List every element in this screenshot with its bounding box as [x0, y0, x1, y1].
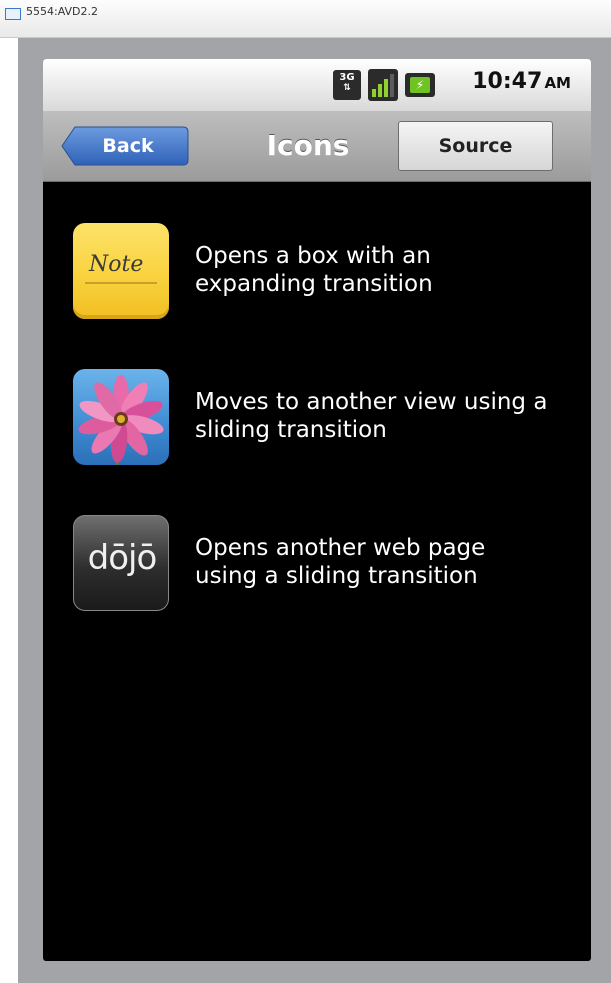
list-item-description: Moves to another view using a sliding tr…	[195, 389, 548, 443]
status-clock: 10:47 AM	[472, 69, 571, 94]
list-item-dojo[interactable]: dōjō Opens another web page using a slid…	[73, 515, 583, 611]
back-button-label: Back	[102, 135, 154, 157]
list-item-description: Opens another web page using a sliding t…	[195, 535, 486, 589]
window-title: 5554:AVD2.2	[26, 5, 99, 18]
note-icon[interactable]: Note	[73, 223, 169, 319]
header-bar: Back Icons Source	[43, 111, 591, 182]
dojo-icon-label: dōjō	[87, 538, 158, 578]
list-item-description: Opens a box with an expanding transition	[195, 243, 433, 297]
clock-time: 10:47	[472, 69, 543, 94]
list-item-note[interactable]: Note Opens a box with an expanding trans…	[73, 223, 583, 319]
note-icon-label: Note	[89, 252, 144, 277]
flower-graphic	[78, 375, 164, 465]
back-button[interactable]: Back	[61, 126, 189, 166]
source-button[interactable]: Source	[398, 121, 553, 171]
note-icon-underline	[85, 282, 157, 284]
emulator-title-bar: 5554:AVD2.2	[0, 0, 611, 38]
window-icon	[5, 8, 21, 20]
dojo-icon[interactable]: dōjō	[73, 515, 169, 611]
flower-photo-icon[interactable]	[73, 369, 169, 465]
clock-ampm: AM	[544, 74, 571, 92]
network-3g-icon: 3G ⇅	[333, 70, 361, 100]
status-bar: 3G ⇅ ⚡ 10:47 AM	[43, 59, 591, 111]
list-item-photo[interactable]: Moves to another view using a sliding tr…	[73, 369, 583, 465]
battery-charging-icon: ⚡	[405, 73, 435, 97]
page-title: Icons	[266, 129, 350, 162]
signal-strength-icon	[368, 69, 398, 101]
phone-screen: 3G ⇅ ⚡ 10:47 AM Back Icons Source Note O…	[43, 59, 591, 961]
